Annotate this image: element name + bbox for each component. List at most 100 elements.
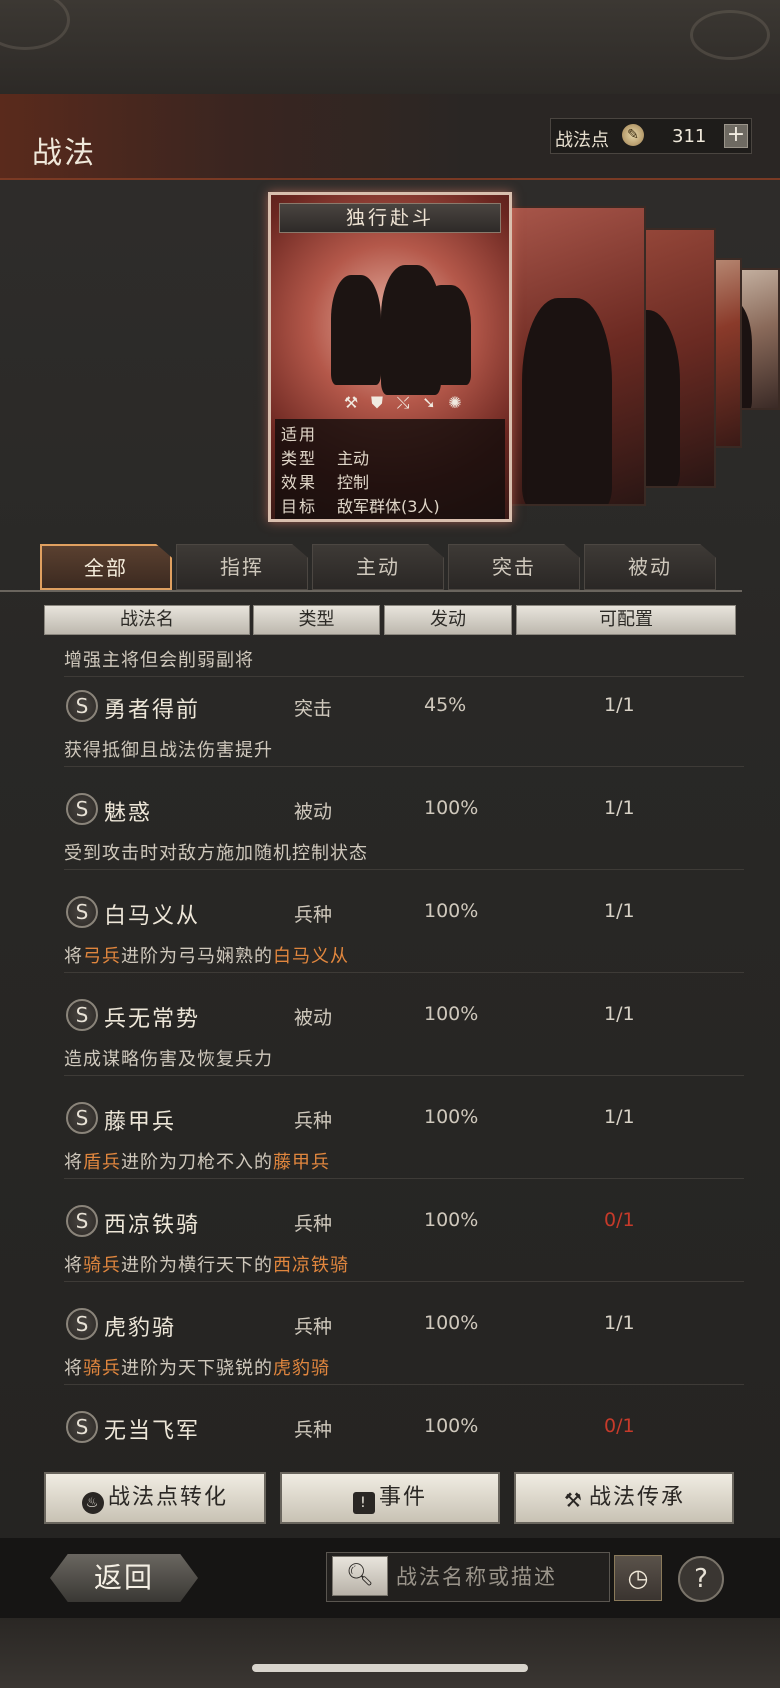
- info-key: 适用: [281, 425, 318, 444]
- skill-rate: 100%: [424, 1106, 479, 1128]
- top-decor: [0, 0, 780, 96]
- row-divider: [64, 972, 744, 973]
- skill-description: 将骑兵进阶为天下骁锐的虎豹骑: [64, 1354, 330, 1380]
- desc-text: 进阶为刀枪不入的: [121, 1152, 273, 1173]
- bow-icon: ⤯: [396, 393, 410, 412]
- skill-type: 兵种: [294, 1316, 333, 1338]
- featured-card-title: 独行赴斗: [279, 203, 501, 233]
- skill-name[interactable]: 无当飞军: [104, 1413, 200, 1445]
- inherit-skill-label: 战法传承: [588, 1485, 685, 1510]
- skill-rate: 100%: [424, 1209, 479, 1231]
- highlight-text: 白马义从: [273, 946, 349, 967]
- skill-type: 兵种: [294, 1419, 333, 1441]
- skill-name[interactable]: 兵无常势: [104, 1001, 200, 1033]
- skill-card-preview[interactable]: [504, 206, 646, 506]
- skill-grade-badge: S: [66, 999, 98, 1031]
- skill-name[interactable]: 勇者得前: [104, 692, 200, 724]
- info-value: 主动: [337, 449, 370, 468]
- column-header-type[interactable]: 类型: [253, 605, 380, 635]
- warrior-figure: [421, 285, 471, 385]
- tab-active[interactable]: 主动: [312, 544, 444, 590]
- row-divider: [64, 676, 744, 677]
- points-coin-icon: ✎: [622, 124, 644, 146]
- featured-card-info: 适用 类型 主动 效果 控制 目标 敌军群体(3人): [275, 419, 505, 519]
- row-divider: [64, 1075, 744, 1076]
- skill-config: 1/1: [604, 694, 635, 716]
- skill-grade-badge: S: [66, 793, 98, 825]
- featured-skill-card[interactable]: 独行赴斗 适用 类型 主动 效果 控制 目标 敌军群体(3人) ⚒ ⛊ ⤯ ➘ ✺: [268, 192, 512, 522]
- skill-type: 被动: [294, 1007, 333, 1029]
- skill-rate: 100%: [424, 1415, 479, 1437]
- skill-description: 造成谋略伤害及恢复兵力: [64, 1045, 273, 1071]
- convert-points-button[interactable]: ♨ 战法点转化: [44, 1472, 266, 1524]
- desc-text: 进阶为横行天下的: [121, 1255, 273, 1276]
- row-divider: [64, 1384, 744, 1385]
- column-header-name[interactable]: 战法名: [44, 605, 250, 635]
- flame-icon: ♨: [81, 1492, 104, 1514]
- back-button[interactable]: 返回: [50, 1554, 198, 1602]
- tab-all[interactable]: 全部: [40, 544, 172, 590]
- skill-rate: 100%: [424, 797, 479, 819]
- skill-config: 1/1: [604, 797, 635, 819]
- skill-name[interactable]: 西凉铁骑: [104, 1207, 200, 1239]
- unit-icons: ⚒ ⛊ ⤯ ➘ ✺: [341, 393, 471, 413]
- skill-grade-badge: S: [66, 1205, 98, 1237]
- row-divider: [64, 869, 744, 870]
- info-key: 类型: [281, 449, 318, 468]
- skill-type: 兵种: [294, 1213, 333, 1235]
- home-indicator[interactable]: [252, 1664, 528, 1672]
- inherit-skill-button[interactable]: ⚒ 战法传承: [514, 1472, 734, 1524]
- highlight-text: 西凉铁骑: [273, 1255, 349, 1276]
- highlight-text: 骑兵: [83, 1255, 121, 1276]
- row-divider: [64, 1281, 744, 1282]
- shield-icon: ⛊: [370, 393, 383, 412]
- skill-type: 突击: [294, 698, 333, 720]
- desc-text: 进阶为弓马娴熟的: [121, 946, 273, 967]
- info-value: 敌军群体(3人): [337, 497, 440, 516]
- events-button[interactable]: ! 事件: [280, 1472, 500, 1524]
- skill-description: 将盾兵进阶为刀枪不入的藤甲兵: [64, 1148, 330, 1174]
- spear-icon: ➘: [422, 393, 436, 412]
- desc-text: 获得抵御且战法伤害提升: [64, 740, 273, 761]
- axe-icon: ⚒: [343, 393, 359, 412]
- add-points-button[interactable]: +: [724, 124, 748, 148]
- skill-config: 1/1: [604, 900, 635, 922]
- skill-type: 兵种: [294, 904, 333, 926]
- alert-icon: !: [352, 1492, 375, 1514]
- row-divider: [64, 766, 744, 767]
- points-label: 战法点: [555, 130, 609, 151]
- clock-icon[interactable]: ◷: [614, 1555, 662, 1601]
- desc-text: 将: [64, 1255, 83, 1276]
- tab-assault[interactable]: 突击: [448, 544, 580, 590]
- highlight-text: 盾兵: [83, 1152, 121, 1173]
- skill-description: 获得抵御且战法伤害提升: [64, 736, 273, 762]
- info-value: 控制: [337, 473, 370, 492]
- skill-config: 0/1: [604, 1415, 635, 1437]
- points-value: 311: [672, 126, 707, 147]
- skill-description: 受到攻击时对敌方施加随机控制状态: [64, 839, 368, 865]
- tab-passive[interactable]: 被动: [584, 544, 716, 590]
- skill-name[interactable]: 虎豹骑: [104, 1310, 176, 1342]
- skill-list[interactable]: 增强主将但会削弱副将 S 勇者得前 突击 45% 1/1 获得抵御且战法伤害提升 S 魅惑 被动…: [44, 640, 744, 1462]
- column-header-rate[interactable]: 发动: [384, 605, 512, 635]
- skill-rate: 100%: [424, 1312, 479, 1334]
- desc-text: 造成谋略伤害及恢复兵力: [64, 1049, 273, 1070]
- skill-config: 1/1: [604, 1312, 635, 1334]
- row-divider: [64, 1178, 744, 1179]
- search-icon[interactable]: 🔍︎: [332, 1556, 388, 1596]
- skill-config: 0/1: [604, 1209, 635, 1231]
- info-key: 效果: [281, 473, 318, 492]
- desc-text: 将: [64, 946, 83, 967]
- column-header-config[interactable]: 可配置: [516, 605, 736, 635]
- skill-config: 1/1: [604, 1106, 635, 1128]
- skill-name[interactable]: 藤甲兵: [104, 1104, 176, 1136]
- tab-command[interactable]: 指挥: [176, 544, 308, 590]
- info-key: 目标: [281, 497, 318, 516]
- skill-name[interactable]: 魅惑: [104, 795, 152, 827]
- desc-text: 进阶为天下骁锐的: [121, 1358, 273, 1379]
- skill-name[interactable]: 白马义从: [104, 898, 200, 930]
- tab-divider: [0, 590, 742, 592]
- skill-config: 1/1: [604, 1003, 635, 1025]
- help-button[interactable]: ?: [678, 1556, 724, 1602]
- search-input[interactable]: [396, 1558, 606, 1596]
